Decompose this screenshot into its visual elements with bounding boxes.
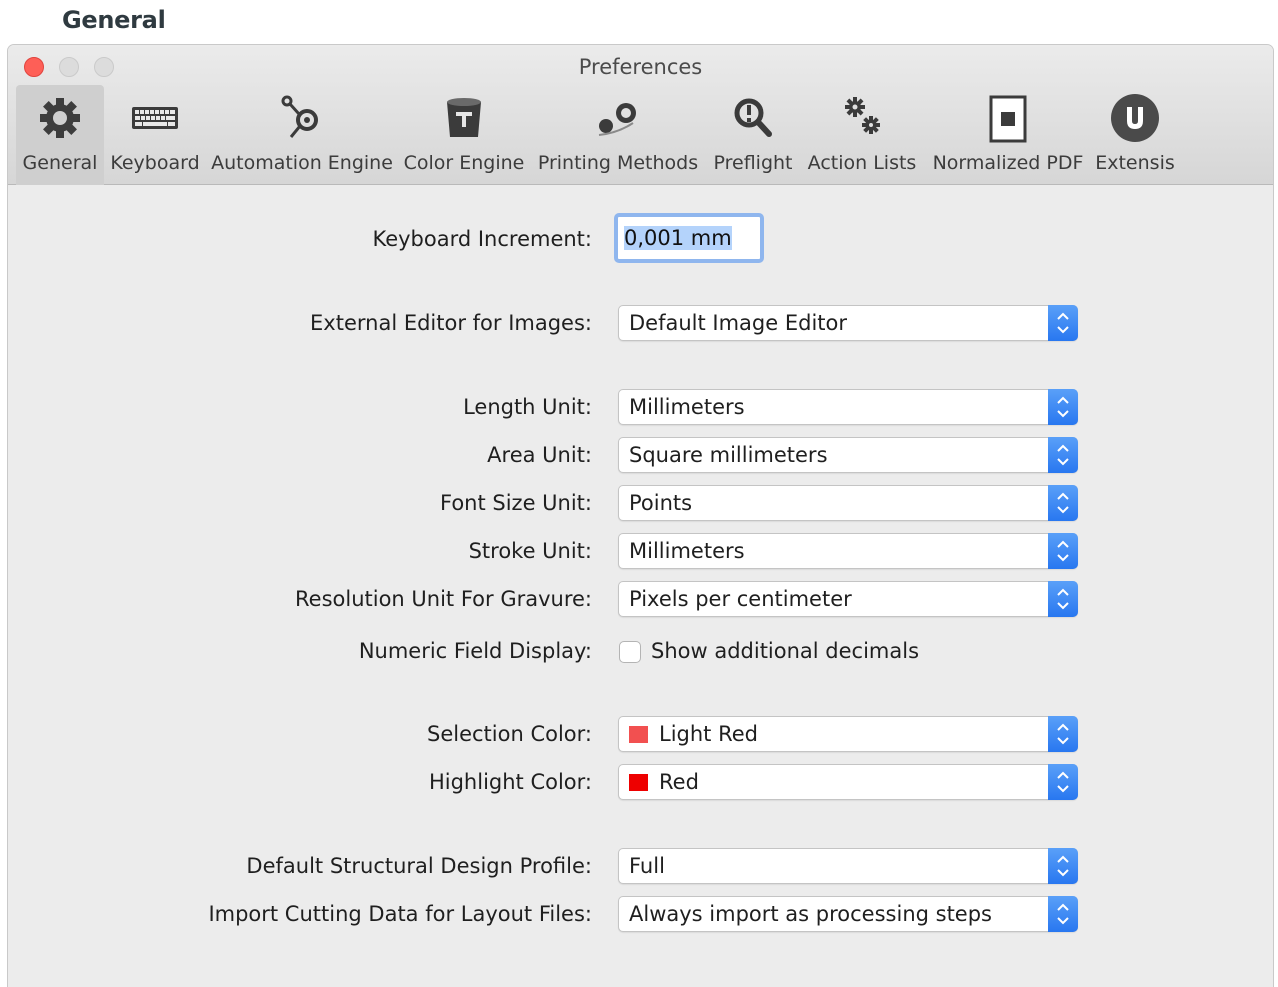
font-size-unit-label: Font Size Unit: bbox=[439, 491, 592, 515]
stroke-unit-select[interactable]: Millimeters bbox=[618, 533, 1078, 569]
chevron-up-down-icon bbox=[1048, 716, 1078, 752]
chevron-up-down-icon bbox=[1048, 389, 1078, 425]
stroke-unit-label: Stroke Unit: bbox=[468, 539, 592, 563]
font-size-unit-select[interactable]: Points bbox=[618, 485, 1078, 521]
chevron-up-down-icon bbox=[1048, 848, 1078, 884]
light-red-swatch bbox=[629, 726, 648, 743]
keyboard-increment-value: 0,001 mm bbox=[624, 226, 732, 250]
action-lists-icon bbox=[837, 93, 887, 143]
chevron-up-down-icon bbox=[1048, 305, 1078, 341]
chevron-up-down-icon bbox=[1048, 533, 1078, 569]
title-bar: Preferences General Keyboard Automation … bbox=[8, 45, 1273, 185]
extensis-icon bbox=[1110, 93, 1160, 143]
normalized-pdf-icon bbox=[983, 93, 1033, 143]
stroke-unit-value: Millimeters bbox=[629, 539, 745, 563]
numeric-display-label: Numeric Field Display: bbox=[358, 639, 592, 663]
toolbar-label-printing-methods: Printing Methods bbox=[537, 152, 699, 174]
toolbar-label-color-engine: Color Engine bbox=[403, 152, 525, 174]
import-cutting-value: Always import as processing steps bbox=[629, 902, 992, 926]
resolution-unit-value: Pixels per centimeter bbox=[629, 587, 852, 611]
window-title: Preferences bbox=[578, 55, 703, 79]
preflight-icon bbox=[728, 93, 778, 143]
chevron-up-down-icon bbox=[1048, 485, 1078, 521]
structural-profile-select[interactable]: Full bbox=[618, 848, 1078, 884]
color-engine-icon bbox=[439, 93, 489, 143]
external-editor-label: External Editor for Images: bbox=[310, 311, 592, 335]
toolbar-item-printing-methods[interactable]: Printing Methods bbox=[535, 85, 701, 185]
area-unit-select[interactable]: Square millimeters bbox=[618, 437, 1078, 473]
selection-color-select[interactable]: Light Red bbox=[618, 716, 1078, 752]
toolbar-item-keyboard[interactable]: Keyboard bbox=[108, 85, 202, 185]
automation-engine-icon bbox=[277, 93, 327, 143]
toolbar-item-preflight[interactable]: Preflight bbox=[710, 85, 796, 185]
keyboard-increment-label: Keyboard Increment: bbox=[372, 227, 592, 251]
chevron-up-down-icon bbox=[1048, 581, 1078, 617]
import-cutting-select[interactable]: Always import as processing steps bbox=[618, 896, 1078, 932]
selection-color-label: Selection Color: bbox=[427, 722, 592, 746]
selection-color-value: Light Red bbox=[659, 722, 758, 746]
printing-methods-icon bbox=[593, 93, 643, 143]
show-decimals-label[interactable]: Show additional decimals bbox=[651, 639, 919, 663]
external-editor-select[interactable]: Default Image Editor bbox=[618, 305, 1078, 341]
area-unit-value: Square millimeters bbox=[629, 443, 828, 467]
structural-profile-value: Full bbox=[629, 854, 665, 878]
resolution-unit-select[interactable]: Pixels per centimeter bbox=[618, 581, 1078, 617]
toolbar-label-general: General bbox=[22, 152, 98, 174]
toolbar-label-preflight: Preflight bbox=[713, 152, 793, 174]
area-unit-label: Area Unit: bbox=[487, 443, 592, 467]
keyboard-increment-input[interactable]: 0,001 mm bbox=[614, 213, 764, 263]
length-unit-label: Length Unit: bbox=[463, 395, 592, 419]
toolbar-label-keyboard: Keyboard bbox=[110, 152, 200, 174]
resolution-unit-label: Resolution Unit For Gravure: bbox=[295, 587, 592, 611]
red-swatch bbox=[629, 774, 648, 791]
length-unit-value: Millimeters bbox=[629, 395, 745, 419]
toolbar-item-automation-engine[interactable]: Automation Engine bbox=[209, 85, 395, 185]
highlight-color-select[interactable]: Red bbox=[618, 764, 1078, 800]
structural-profile-label: Default Structural Design Profile: bbox=[246, 854, 592, 878]
page-heading: General bbox=[62, 6, 166, 34]
chevron-up-down-icon bbox=[1048, 437, 1078, 473]
chevron-up-down-icon bbox=[1048, 764, 1078, 800]
toolbar-label-extensis: Extensis bbox=[1095, 152, 1175, 174]
toolbar-item-extensis[interactable]: Extensis bbox=[1091, 85, 1179, 185]
import-cutting-label: Import Cutting Data for Layout Files: bbox=[208, 902, 592, 926]
toolbar-label-normalized-pdf: Normalized PDF bbox=[932, 152, 1084, 174]
toolbar-label-automation-engine: Automation Engine bbox=[211, 152, 393, 174]
toolbar-item-normalized-pdf[interactable]: Normalized PDF bbox=[928, 85, 1088, 185]
keyboard-icon bbox=[130, 93, 180, 143]
highlight-color-label: Highlight Color: bbox=[428, 770, 592, 794]
toolbar-item-general[interactable]: General bbox=[16, 85, 104, 185]
preferences-window: Preferences General Keyboard Automation … bbox=[7, 44, 1274, 987]
gear-icon bbox=[35, 93, 85, 143]
toolbar-label-action-lists: Action Lists bbox=[807, 152, 917, 174]
toolbar-item-color-engine[interactable]: Color Engine bbox=[401, 85, 527, 185]
chevron-up-down-icon bbox=[1048, 896, 1078, 932]
external-editor-value: Default Image Editor bbox=[629, 311, 847, 335]
general-pane: Keyboard Increment: 0,001 mm External Ed… bbox=[8, 186, 1273, 987]
font-size-unit-value: Points bbox=[629, 491, 693, 515]
highlight-color-value: Red bbox=[659, 770, 699, 794]
length-unit-select[interactable]: Millimeters bbox=[618, 389, 1078, 425]
show-decimals-checkbox[interactable] bbox=[619, 641, 641, 663]
toolbar-item-action-lists[interactable]: Action Lists bbox=[803, 85, 921, 185]
